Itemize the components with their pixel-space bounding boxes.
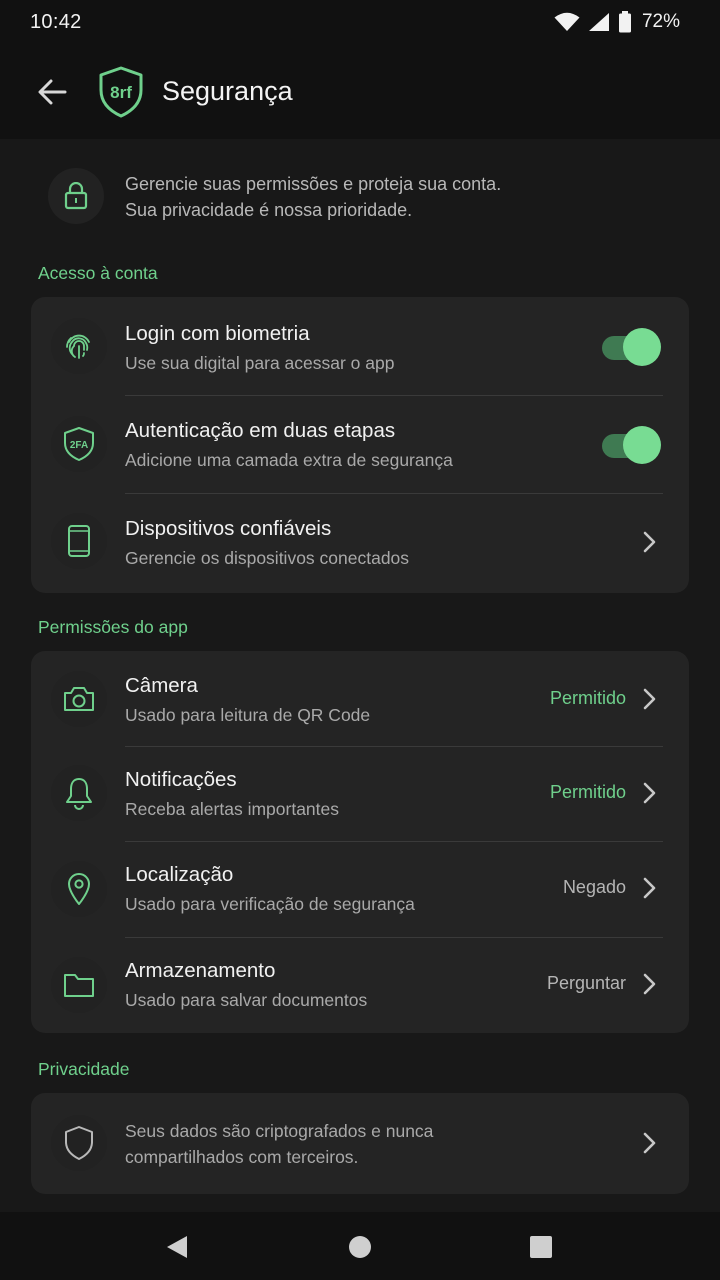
app-bar: 8rf Segurança [0, 44, 720, 139]
biometric-subtitle: Use sua digital para acessar o app [125, 353, 395, 373]
permissions-card: Câmera Usado para leitura de QR Code Per… [31, 651, 689, 1033]
toggle-thumb [623, 426, 661, 464]
location-icon-circle [51, 861, 107, 917]
notifications-title: Notificações [125, 768, 237, 791]
nav-recents-icon[interactable] [528, 1234, 554, 1260]
app-logo-shield-icon: 8rf [99, 66, 143, 118]
camera-icon-circle [51, 671, 107, 727]
status-icons: 72% [554, 11, 680, 33]
arrow-left-icon [38, 79, 67, 105]
notifications-subtitle: Receba alertas importantes [125, 799, 339, 819]
content: Gerencie suas permissões e proteja sua c… [0, 139, 720, 1212]
intro-banner: Gerencie suas permissões e proteja sua c… [48, 168, 688, 224]
camera-subtitle: Usado para leitura de QR Code [125, 705, 371, 725]
chevron-right-icon [643, 688, 656, 710]
cell-signal-icon [588, 13, 609, 31]
devices-icon-circle [51, 513, 107, 569]
row-camera-permission[interactable]: Câmera Usado para leitura de QR Code Per… [31, 651, 689, 746]
intro-icon-circle [48, 168, 104, 224]
privacy-card[interactable]: Seus dados são criptografados e nunca co… [31, 1093, 689, 1194]
storage-title: Armazenamento [125, 959, 276, 982]
row-location-permission[interactable]: Localização Usado para verificação de se… [31, 842, 689, 937]
nav-home-icon[interactable] [347, 1234, 373, 1260]
chevron-right-icon [643, 1132, 656, 1154]
camera-icon [64, 687, 94, 711]
trusted-devices-subtitle: Gerencie os dispositivos conectados [125, 548, 410, 568]
folder-icon [64, 974, 94, 997]
two-factor-icon-text: 2FA [70, 440, 88, 451]
privacy-icon-circle [51, 1115, 107, 1171]
row-biometric-login[interactable]: Login com biometria Use sua digital para… [31, 297, 689, 395]
shield-2fa-icon: 2FA [64, 427, 94, 461]
bell-icon [66, 778, 92, 810]
notifications-status: Permitido [549, 782, 626, 802]
section-title-permissions: Permissões do app [38, 617, 188, 637]
screen: 10:42 72% 8rf Segurança Gerencie suas pe… [0, 0, 720, 1280]
wifi-icon [554, 12, 580, 31]
chevron-right-icon [643, 973, 656, 995]
biometric-toggle[interactable] [600, 328, 662, 366]
status-bar: 10:42 72% [0, 0, 720, 44]
trusted-devices-title: Dispositivos confiáveis [125, 517, 332, 540]
biometric-title: Login com biometria [125, 322, 310, 345]
fingerprint-icon [66, 334, 90, 359]
row-notifications-permission[interactable]: Notificações Receba alertas importantes … [31, 747, 689, 841]
intro-line-2: Sua privacidade é nossa prioridade. [125, 200, 413, 220]
biometric-icon-circle [51, 318, 107, 374]
location-subtitle: Usado para verificação de segurança [125, 894, 415, 914]
location-title: Localização [125, 863, 234, 886]
shield-icon [65, 1126, 93, 1160]
notifications-icon-circle [51, 765, 107, 821]
account-card: Login com biometria Use sua digital para… [31, 297, 689, 593]
privacy-line-1: Seus dados são criptografados e nunca [125, 1121, 434, 1141]
privacy-line-2: compartilhados com terceiros. [125, 1147, 359, 1167]
back-button[interactable] [34, 76, 70, 108]
two-factor-title: Autenticação em duas etapas [125, 419, 396, 442]
location-pin-icon [68, 873, 90, 905]
section-title-account: Acesso à conta [38, 263, 158, 283]
lock-icon [64, 182, 88, 210]
phone-icon [68, 525, 90, 557]
nav-back-icon[interactable] [164, 1234, 190, 1260]
toggle-thumb [623, 328, 661, 366]
page-title: Segurança [162, 76, 293, 106]
status-time: 10:42 [30, 10, 82, 33]
section-title-privacy: Privacidade [38, 1059, 130, 1079]
location-status: Negado [562, 877, 626, 897]
camera-status: Permitido [549, 688, 626, 708]
chevron-right-icon [643, 782, 656, 804]
row-two-factor[interactable]: 2FA Autenticação em duas etapas Adicione… [31, 396, 689, 493]
storage-subtitle: Usado para salvar documentos [125, 990, 368, 1010]
intro-line-1: Gerencie suas permissões e proteja sua c… [125, 174, 502, 194]
chevron-right-icon [643, 531, 656, 553]
row-trusted-devices[interactable]: Dispositivos confiáveis Gerencie os disp… [31, 494, 689, 593]
battery-percentage: 72% [641, 11, 680, 32]
app-logo-text: 8rf [110, 83, 132, 102]
system-nav-bar [0, 1212, 720, 1280]
storage-icon-circle [51, 957, 107, 1013]
row-storage-permission[interactable]: Armazenamento Usado para salvar document… [31, 938, 689, 1033]
two-factor-toggle[interactable] [600, 426, 662, 464]
camera-title: Câmera [125, 674, 198, 697]
two-factor-icon-circle: 2FA [51, 416, 107, 472]
storage-status: Perguntar [546, 973, 626, 993]
privacy-text: Seus dados são criptografados e nunca co… [125, 1118, 433, 1170]
two-factor-subtitle: Adicione uma camada extra de segurança [125, 450, 453, 470]
intro-text: Gerencie suas permissões e proteja sua c… [125, 171, 501, 223]
battery-icon [618, 11, 631, 33]
chevron-right-icon [643, 877, 656, 899]
